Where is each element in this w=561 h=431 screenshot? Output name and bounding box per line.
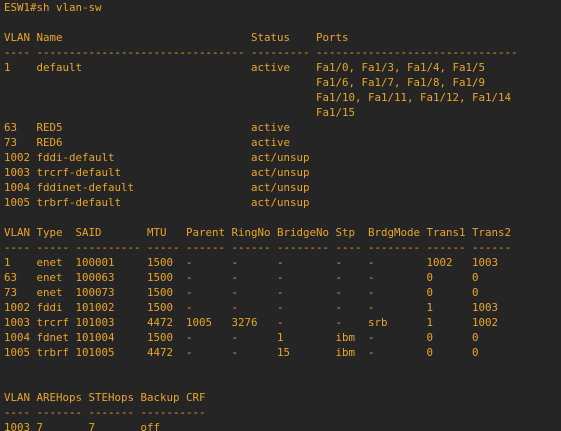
terminal-line: 1003 7 7 off [4,421,161,431]
terminal-line: VLAN Type SAID MTU Parent RingNo BridgeN… [4,226,512,239]
terminal-line: 73 RED6 active [4,136,291,149]
terminal-line: Fa1/10, Fa1/11, Fa1/12, Fa1/14 [4,91,512,104]
terminal-line: 1004 fdnet 101004 1500 - - 1 ibm - 0 0 [4,331,479,344]
terminal-line: Fa1/6, Fa1/7, Fa1/8, Fa1/9 [4,76,486,89]
terminal-line: 1003 trcrf 101003 4472 1005 3276 - - srb… [4,316,499,329]
terminal-window[interactable]: ESW1#sh vlan-sw VLAN Name Status Ports -… [0,0,561,431]
terminal-line: 73 enet 100073 1500 - - - - - 0 0 [4,286,479,299]
terminal-line: Fa1/15 [4,106,356,119]
terminal-line: 1004 fddinet-default act/unsup [4,181,310,194]
terminal-line: 1 enet 100001 1500 - - - - - 1002 1003 [4,256,499,269]
terminal-line: 1005 trbrf-default act/unsup [4,196,310,209]
terminal-line: ---- -------------------------------- --… [4,46,518,59]
terminal-line: 1002 fddi-default act/unsup [4,151,310,164]
terminal-line: 63 enet 100063 1500 - - - - - 0 0 [4,271,479,284]
terminal-line: 63 RED5 active [4,121,291,134]
terminal-line: ESW1#sh vlan-sw [4,1,102,14]
terminal-line: ---- ----- ---------- ----- ------ -----… [4,241,512,254]
terminal-line: VLAN AREHops STEHops Backup CRF [4,391,206,404]
terminal-line: 1 default active Fa1/0, Fa1/3, Fa1/4, Fa… [4,61,486,74]
terminal-line: ---- ------- ------- ---------- [4,406,206,419]
terminal-line: VLAN Name Status Ports [4,31,349,44]
terminal-line: 1002 fddi 101002 1500 - - - - - 1 1003 [4,301,499,314]
terminal-line: 1005 trbrf 101005 4472 - - 15 ibm - 0 0 [4,346,479,359]
terminal-line: 1003 trcrf-default act/unsup [4,166,310,179]
